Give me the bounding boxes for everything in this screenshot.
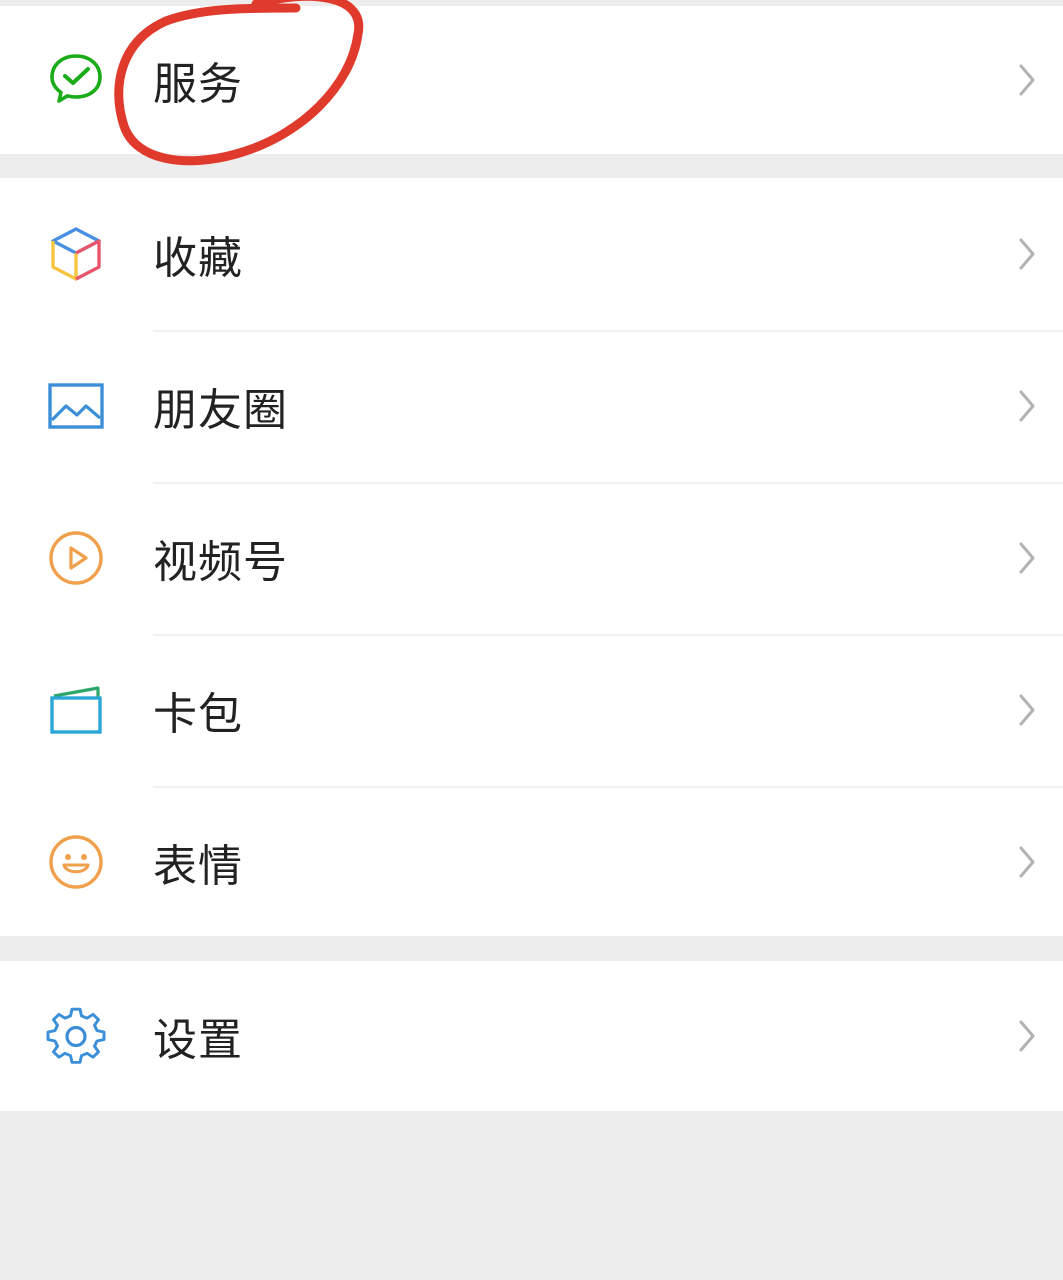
menu-item-channels[interactable]: 视频号 <box>0 482 1063 634</box>
menu-item-settings[interactable]: 设置 <box>0 961 1063 1111</box>
menu-item-favorites[interactable]: 收藏 <box>0 178 1063 330</box>
menu-item-label: 设置 <box>153 1015 243 1066</box>
sticker-smile-icon <box>46 832 106 892</box>
menu-item-label: 朋友圈 <box>153 385 288 436</box>
menu-item-stickers[interactable]: 表情 <box>0 786 1063 938</box>
chevron-right-icon <box>1013 60 1041 100</box>
menu-item-card-wallet[interactable]: 卡包 <box>0 634 1063 786</box>
menu-group-main: 收藏 朋友圈 视频号 卡包 表情 <box>0 178 1063 936</box>
menu-group-settings: 设置 <box>0 961 1063 1111</box>
wechat-pay-icon <box>46 50 106 110</box>
chevron-right-icon <box>1013 538 1041 578</box>
menu-item-services[interactable]: 服务 <box>0 6 1063 154</box>
chevron-right-icon <box>1013 1016 1041 1056</box>
menu-item-label: 表情 <box>153 841 243 892</box>
channels-play-icon <box>46 528 106 588</box>
menu-item-moments[interactable]: 朋友圈 <box>0 330 1063 482</box>
menu-item-label: 卡包 <box>153 689 243 740</box>
settings-gear-icon <box>46 1006 106 1066</box>
chevron-right-icon <box>1013 386 1041 426</box>
chevron-right-icon <box>1013 234 1041 274</box>
moments-image-icon <box>46 376 106 436</box>
menu-item-label: 视频号 <box>153 537 288 588</box>
favorites-cube-icon <box>46 224 106 284</box>
chevron-right-icon <box>1013 842 1041 882</box>
menu-item-label: 收藏 <box>153 233 243 284</box>
menu-group-services: 服务 <box>0 0 1063 166</box>
chevron-right-icon <box>1013 690 1041 730</box>
card-wallet-icon <box>46 680 106 740</box>
menu-item-label: 服务 <box>153 59 243 110</box>
